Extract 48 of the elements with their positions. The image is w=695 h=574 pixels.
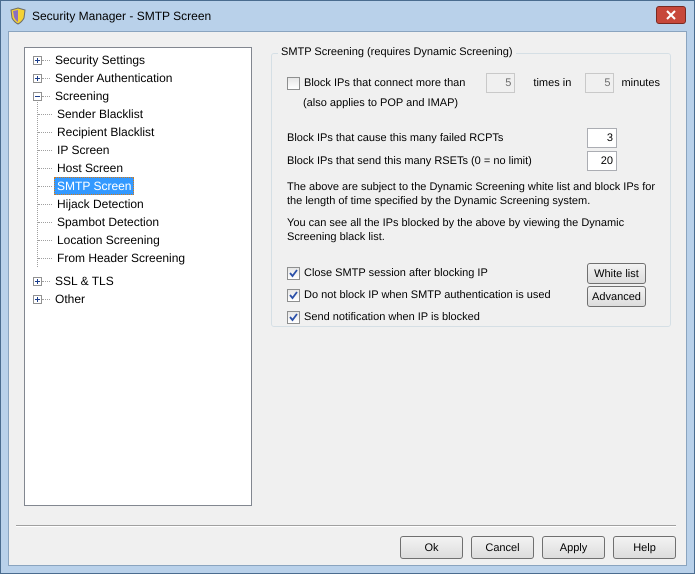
expander-icon[interactable] bbox=[33, 294, 42, 304]
tree-item[interactable]: Spambot Detection bbox=[54, 213, 162, 231]
tree-item[interactable]: Location Screening bbox=[54, 231, 163, 249]
minutes-label: minutes bbox=[620, 77, 660, 89]
tree-item[interactable]: Recipient Blacklist bbox=[54, 123, 158, 141]
tree-item[interactable]: Security Settings bbox=[52, 51, 148, 69]
expander-icon[interactable] bbox=[33, 74, 42, 82]
window-title: Security Manager - SMTP Screen bbox=[32, 9, 212, 23]
side-button[interactable]: White list bbox=[587, 263, 646, 284]
number-field[interactable]: 20 bbox=[587, 151, 617, 171]
dialog-button[interactable]: Apply bbox=[542, 536, 605, 559]
side-button[interactable]: Advanced bbox=[587, 286, 646, 307]
dialog-button[interactable]: Cancel bbox=[471, 536, 534, 559]
tree-item[interactable]: IP Screen bbox=[54, 141, 112, 159]
close-button[interactable] bbox=[656, 6, 686, 24]
tree-item[interactable]: Host Screen bbox=[54, 159, 126, 177]
times-label: times in bbox=[532, 77, 572, 89]
expander-icon[interactable] bbox=[33, 92, 42, 100]
tree-item[interactable]: Screening bbox=[52, 87, 112, 105]
info-text: You can see all the IPs blocked by the above by viewing the Dynamic Screening black list. bbox=[287, 216, 626, 244]
group-title: SMTP Screening (requires Dynamic Screening) bbox=[278, 46, 516, 58]
close-icon bbox=[666, 10, 676, 20]
limit-label: Block IPs that send this many RSETs (0 = no limit) bbox=[287, 155, 533, 167]
dialog-button[interactable]: Ok bbox=[400, 536, 463, 559]
checkbox[interactable] bbox=[287, 310, 300, 324]
checkbox[interactable] bbox=[287, 266, 300, 280]
tree-item[interactable]: From Header Screening bbox=[54, 249, 188, 267]
checkbox-label: Close SMTP session after blocking IP bbox=[304, 267, 488, 279]
checkbox-label: Block IPs that connect more than bbox=[304, 77, 466, 89]
times-field[interactable]: 5 bbox=[486, 73, 516, 93]
checkbox[interactable] bbox=[287, 288, 300, 302]
tree-item[interactable]: Other bbox=[52, 290, 88, 308]
expander-icon[interactable] bbox=[33, 56, 42, 64]
note-text: (also applies to POP and IMAP) bbox=[302, 97, 460, 111]
number-field[interactable]: 3 bbox=[587, 128, 617, 148]
expander-icon[interactable] bbox=[33, 276, 42, 286]
checkbox-label: Do not block IP when SMTP authentication is used bbox=[304, 289, 551, 301]
limit-label: Block IPs that cause this many failed RCPTs bbox=[287, 132, 504, 144]
minutes-field[interactable]: 5 bbox=[584, 73, 614, 93]
shield-icon bbox=[10, 7, 26, 25]
checkbox-label: Send notification when IP is blocked bbox=[304, 311, 480, 323]
info-text: The above are subject to the Dynamic Screening white list and block IPs for the length of time specified by the Dynamic Screening system. bbox=[287, 180, 656, 208]
dialog-button[interactable]: Help bbox=[613, 536, 676, 559]
tree-item[interactable]: Hijack Detection bbox=[54, 195, 147, 213]
tree-item[interactable]: SSL & TLS bbox=[52, 272, 117, 290]
checkbox[interactable] bbox=[287, 76, 300, 90]
tree-item[interactable]: Sender Authentication bbox=[52, 69, 176, 87]
tree-item[interactable]: Sender Blacklist bbox=[54, 105, 146, 123]
